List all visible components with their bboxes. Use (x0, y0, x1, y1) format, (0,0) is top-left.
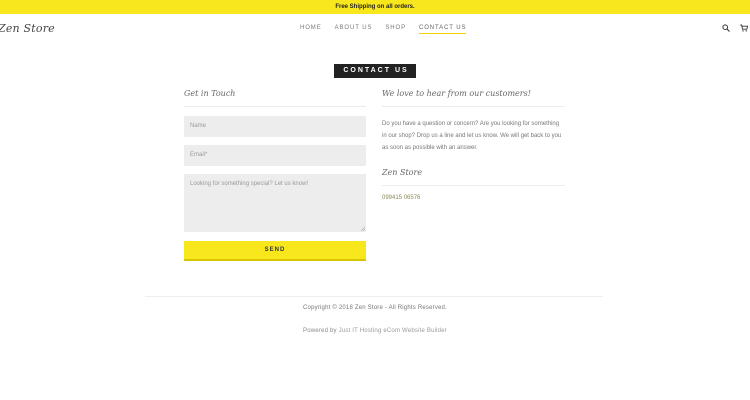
footer-divider (145, 296, 603, 297)
announcement-bar: Free Shipping on all orders. (0, 0, 750, 14)
nav-about-us[interactable]: ABOUT US (335, 25, 373, 34)
resize-handle-icon[interactable] (360, 226, 365, 231)
search-icon[interactable] (722, 24, 730, 32)
powered-by: Powered by Just IT Hosting eCom Website … (0, 328, 750, 334)
send-button[interactable]: SEND (184, 241, 366, 261)
nav-shop[interactable]: SHOP (385, 25, 406, 34)
powered-prefix: Powered by (303, 328, 337, 334)
form-heading: Get in Touch (184, 89, 366, 107)
cart-icon[interactable] (740, 24, 748, 32)
info-heading: We love to hear from our customers! (382, 89, 565, 107)
copyright-text: Copyright © 2018 Zen Store - All Rights … (303, 305, 447, 311)
name-field[interactable]: Name (184, 116, 366, 137)
contact-form: Get in Touch Name Email* Looking for som… (184, 89, 366, 261)
contact-info: We love to hear from our customers! Do y… (382, 89, 565, 201)
site-header: Zen Store HOME ABOUT US SHOP CONTACT US (0, 14, 750, 44)
announcement-text: Free Shipping on all orders. (335, 4, 415, 10)
main-nav: HOME ABOUT US SHOP CONTACT US (300, 25, 479, 34)
phone-link[interactable]: 099415 06576 (382, 195, 565, 201)
message-field[interactable]: Looking for something special? Let us kn… (184, 174, 366, 232)
message-placeholder: Looking for something special? Let us kn… (190, 181, 309, 187)
header-icons (722, 24, 748, 32)
site-logo[interactable]: Zen Store (0, 22, 55, 35)
page-title-wrap: CONTACT US (0, 59, 750, 78)
email-field[interactable]: Email* (184, 145, 366, 166)
powered-link[interactable]: Just IT Hosting eCom Website Builder (339, 328, 447, 334)
nav-home[interactable]: HOME (300, 25, 322, 34)
page-title: CONTACT US (334, 64, 416, 78)
store-name: Zen Store (382, 168, 565, 186)
info-text: Do you have a question or concern? Are y… (382, 121, 562, 151)
nav-contact-us[interactable]: CONTACT US (418, 25, 467, 34)
